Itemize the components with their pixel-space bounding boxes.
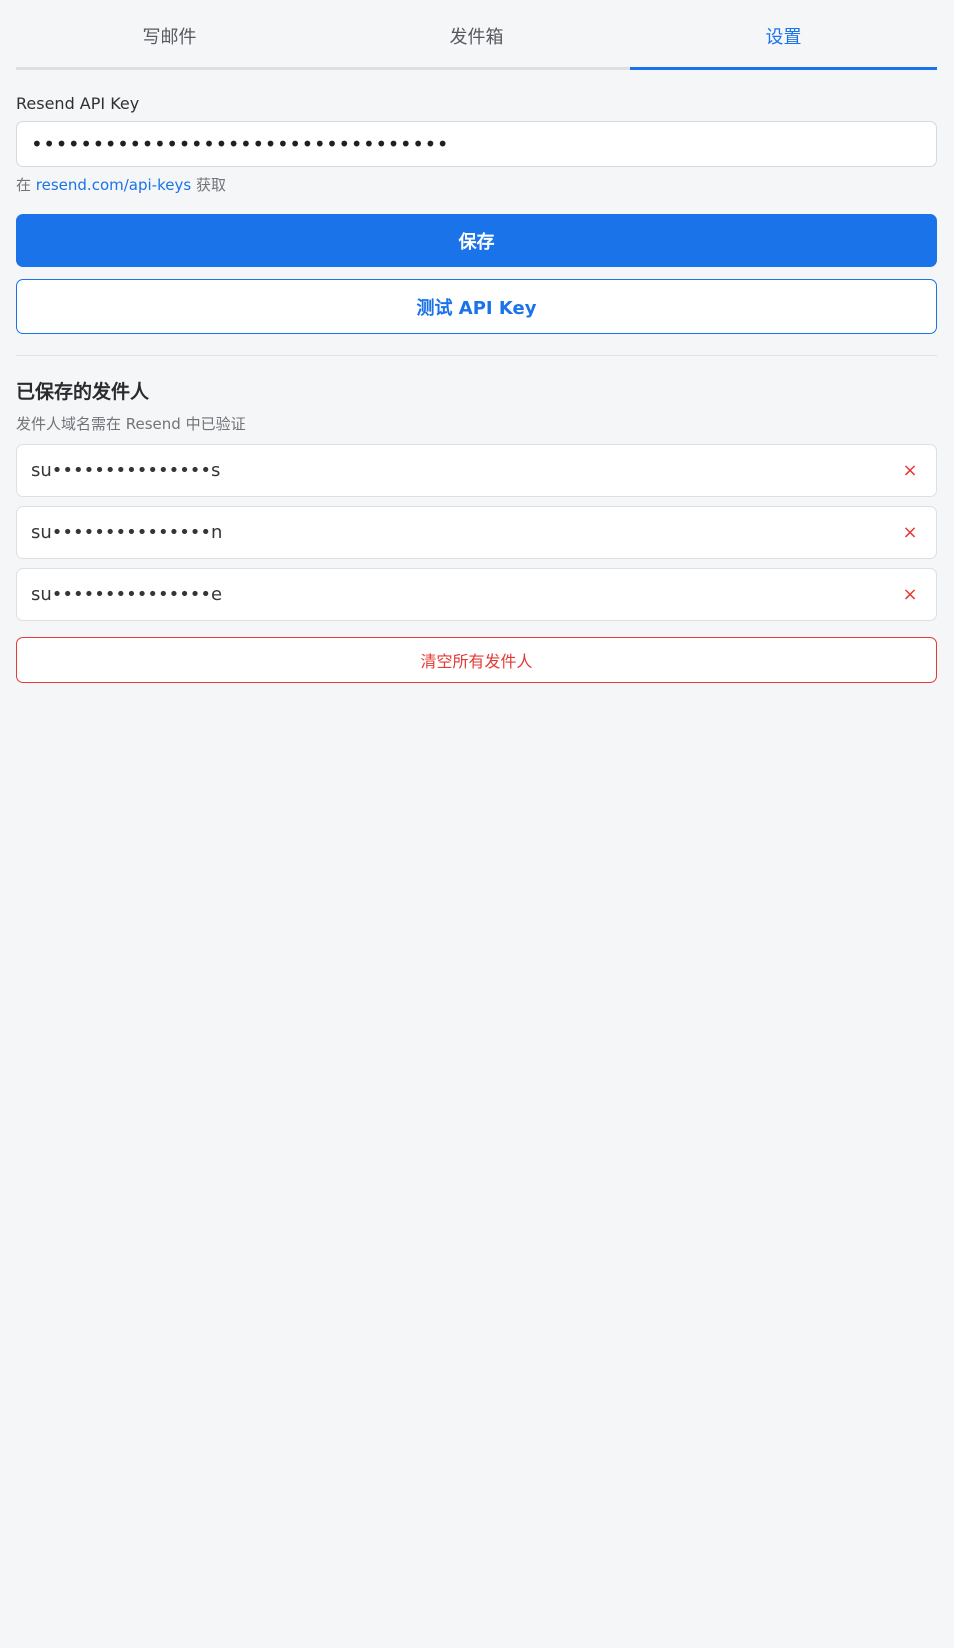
tab-settings[interactable]: 设置 — [630, 0, 937, 67]
clear-all-senders-button[interactable]: 清空所有发件人 — [16, 637, 937, 683]
hint-suffix: 获取 — [195, 176, 226, 194]
sender-item: su•••••••••••••••n × — [16, 506, 937, 559]
settings-page: 写邮件 发件箱 设置 Resend API Key ••••••••••••••… — [16, 0, 937, 683]
api-key-label: Resend API Key — [16, 94, 140, 113]
sender-item: su•••••••••••••••s × — [16, 444, 937, 497]
hint-prefix: 在 — [16, 176, 32, 194]
test-api-key-button[interactable]: 测试 API Key — [16, 279, 937, 334]
active-tab-indicator — [630, 67, 937, 70]
senders-subtitle: 发件人域名需在 Resend 中已验证 — [16, 415, 246, 433]
api-key-value: •••••••••••••••••••••••••••••••••• — [31, 132, 450, 156]
senders-title: 已保存的发件人 — [16, 381, 150, 403]
sender-address: su•••••••••••••••s — [31, 460, 221, 481]
api-keys-link[interactable]: resend.com/api-keys — [36, 176, 191, 194]
remove-sender-icon[interactable]: × — [900, 584, 920, 605]
tab-outbox[interactable]: 发件箱 — [323, 0, 630, 67]
remove-sender-icon[interactable]: × — [900, 522, 920, 543]
sender-address: su•••••••••••••••n — [31, 522, 223, 543]
tab-bar: 写邮件 发件箱 设置 — [16, 0, 937, 70]
api-key-input[interactable]: •••••••••••••••••••••••••••••••••• — [16, 121, 937, 167]
section-divider — [16, 355, 937, 356]
sender-address: su•••••••••••••••e — [31, 584, 223, 605]
sender-item: su•••••••••••••••e × — [16, 568, 937, 621]
remove-sender-icon[interactable]: × — [900, 460, 920, 481]
tab-compose[interactable]: 写邮件 — [16, 0, 323, 67]
sender-list: su•••••••••••••••s × su•••••••••••••••n … — [16, 444, 937, 621]
api-key-hint: 在 resend.com/api-keys 获取 — [16, 175, 937, 195]
save-button[interactable]: 保存 — [16, 214, 937, 267]
